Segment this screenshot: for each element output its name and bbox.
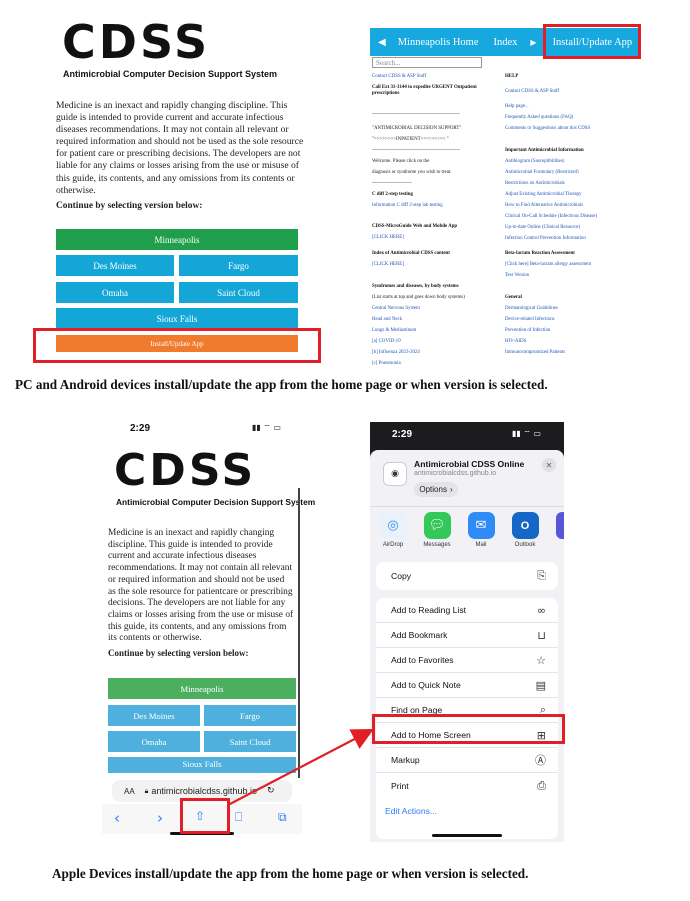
annotation-arrow — [227, 728, 374, 806]
caption-bottom: Apple Devices install/update the app fro… — [52, 866, 529, 881]
arrow-line — [227, 728, 374, 806]
